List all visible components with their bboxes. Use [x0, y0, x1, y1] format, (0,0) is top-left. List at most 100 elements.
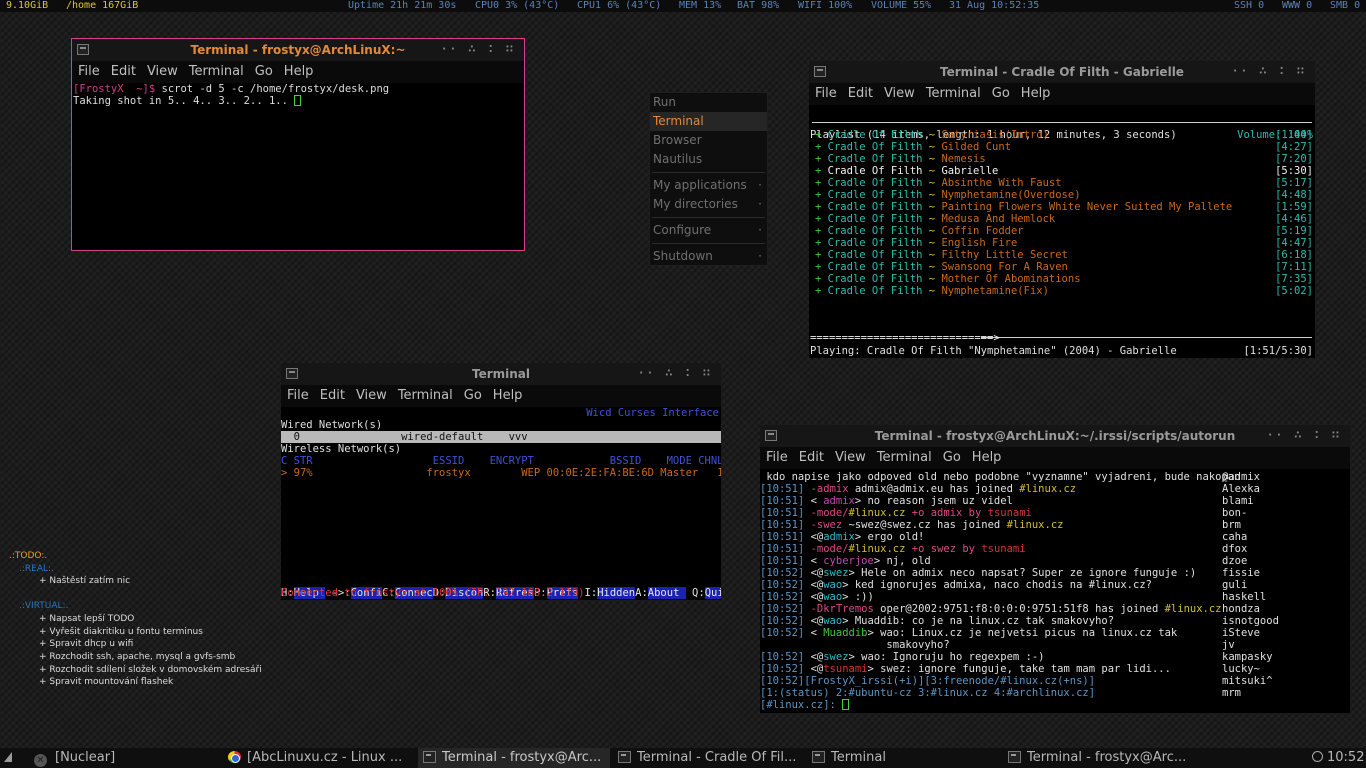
key-hidden[interactable]: Hidden: [597, 587, 636, 599]
playlist-track[interactable]: + Cradle Of Filth ~ Painting Flowers Whi…: [809, 201, 1315, 213]
nick-item[interactable]: mitsuki^: [1222, 675, 1347, 687]
menu-file[interactable]: File: [287, 388, 309, 403]
nick-item[interactable]: @admix: [1222, 471, 1347, 483]
menu-view[interactable]: View: [835, 450, 866, 465]
clock[interactable]: 10:52: [1312, 748, 1366, 768]
nick-item[interactable]: iSteve: [1222, 627, 1347, 639]
nick-item[interactable]: dfox: [1222, 543, 1347, 555]
titlebar[interactable]: Terminal - frostyx@ArchLinuX:~/.irssi/sc…: [760, 425, 1350, 447]
menu-item-my-directories[interactable]: My directories ·: [650, 195, 767, 214]
terminal-window-ncmpcpp[interactable]: Terminal - Cradle Of Filth - Gabrielle ∙…: [809, 61, 1315, 358]
menu-item-nautilus[interactable]: Nautilus: [650, 150, 767, 169]
nick-item[interactable]: haskell: [1222, 591, 1347, 603]
task-terminal-4[interactable]: Terminal - frostyx@Arc...: [1008, 748, 1193, 768]
wicd-interface[interactable]: Wicd Curses Interface Wired Network(s) 0 …: [281, 407, 721, 600]
menu-go[interactable]: Go: [255, 64, 273, 79]
playlist-track[interactable]: + Cradle Of Filth ~ English Fire [4:47]: [809, 237, 1315, 249]
terminal-output[interactable]: [FrostyX ~]$ scrot -d 5 -c /home/frostyx…: [72, 83, 524, 250]
task-browser[interactable]: [AbcLinuxu.cz - Linux ...: [228, 748, 413, 768]
playlist-track[interactable]: + Cradle Of Filth ~ Nymphetamine(Fix) [5:…: [809, 285, 1315, 297]
menu-edit[interactable]: Edit: [799, 450, 824, 465]
window-buttons[interactable]: ∙∙ ∴ ⁚ ∷: [639, 363, 715, 385]
playlist-track[interactable]: + Cradle Of Filth ~ Satyriasis(Intro) [1:…: [809, 129, 1315, 141]
nick-item[interactable]: blami: [1222, 495, 1347, 507]
menu-item-configure[interactable]: Configure ·: [650, 221, 767, 240]
playlist-view[interactable]: Playlist (14 items, length: 1 hour, 12 m…: [809, 105, 1315, 358]
menu-go[interactable]: Go: [943, 450, 961, 465]
task-terminal-3[interactable]: Terminal: [812, 748, 1002, 768]
menu-terminal[interactable]: Terminal: [398, 388, 453, 403]
menu-item-terminal[interactable]: Terminal: [650, 112, 767, 131]
task-terminal-1[interactable]: Terminal - frostyx@Arc...: [418, 748, 610, 768]
playlist-track[interactable]: + Cradle Of Filth ~ Filthy Little Secret…: [809, 249, 1315, 261]
chat-line: [10:52] -DkrTremos oper@2002:9751:f8:0:0…: [760, 603, 1222, 615]
playlist-track[interactable]: + Cradle Of Filth ~ Medusa And Hemlock [4…: [809, 213, 1315, 225]
nick-item[interactable]: guli: [1222, 579, 1347, 591]
menu-edit[interactable]: Edit: [320, 388, 345, 403]
playlist-track[interactable]: + Cradle Of Filth ~ Mother Of Abominatio…: [809, 273, 1315, 285]
terminal-window-wicd[interactable]: Terminal ∙∙ ∴ ⁚ ∷ File Edit View Terminal Go…: [281, 363, 721, 600]
nick-item[interactable]: hondza: [1222, 603, 1347, 615]
window-buttons[interactable]: ∙∙ ∴ ⁚ ∷: [1268, 425, 1344, 447]
menu-help[interactable]: Help: [284, 64, 314, 79]
track-title: Absinthe With Faust: [941, 177, 1062, 189]
chat-line: [10:51] -admix admix@admix.eu has joined…: [760, 483, 1077, 495]
menu-item-browser[interactable]: Browser: [650, 131, 767, 150]
menu-edit[interactable]: Edit: [111, 64, 136, 79]
menu-view[interactable]: View: [884, 86, 915, 101]
playlist-track[interactable]: + Cradle Of Filth ~ Nymphetamine(Overdos…: [809, 189, 1315, 201]
titlebar[interactable]: Terminal - Cradle Of Filth - Gabrielle ∙…: [809, 61, 1315, 83]
menu-item-run[interactable]: Run: [650, 93, 767, 112]
task-terminal-2[interactable]: Terminal - Cradle Of Fil...: [618, 748, 803, 768]
nick-item[interactable]: kampasky: [1222, 651, 1347, 663]
menu-item-shutdown[interactable]: Shutdown ·: [650, 247, 767, 266]
menu-item-my-applications[interactable]: My applications ·: [650, 176, 767, 195]
nick-item[interactable]: dzoe: [1222, 555, 1347, 567]
irc-view[interactable]: kdo napise jako odpoved old nebo podobne…: [760, 469, 1350, 713]
menu-view[interactable]: View: [147, 64, 178, 79]
window-buttons[interactable]: ∙∙ ∴ ⁚ ∷: [1233, 61, 1309, 83]
wireless-network-row[interactable]: > 97% frostyx WEP 00:0E:2E:FA:BE:6D Mast…: [281, 467, 721, 479]
menu-help[interactable]: Help: [972, 450, 1002, 465]
terminal-window-irssi[interactable]: Terminal - frostyx@ArchLinuX:~/.irssi/sc…: [760, 425, 1350, 713]
terminal-window-scrot[interactable]: Terminal - frostyx@ArchLinuX:~ ∙∙ ∴ ⁚ ∷ …: [71, 38, 525, 251]
nick-item[interactable]: isnotgood: [1222, 615, 1347, 627]
menu-view[interactable]: View: [356, 388, 387, 403]
playlist-track[interactable]: + Cradle Of Filth ~ Gilded Cunt [4:27]: [809, 141, 1315, 153]
playlist-track[interactable]: + Cradle Of Filth ~ Gabrielle [5:30]: [809, 165, 1315, 177]
menu-go[interactable]: Go: [464, 388, 482, 403]
nick-item[interactable]: fissie: [1222, 567, 1347, 579]
playlist-track[interactable]: + Cradle Of Filth ~ Coffin Fodder [5:19]: [809, 225, 1315, 237]
menu-help[interactable]: Help: [1021, 86, 1051, 101]
nick-item[interactable]: brm: [1222, 519, 1347, 531]
nick-item[interactable]: caha: [1222, 531, 1347, 543]
playlist-track[interactable]: + Cradle Of Filth ~ Absinthe With Faust […: [809, 177, 1315, 189]
menu-terminal[interactable]: Terminal: [877, 450, 932, 465]
titlebar[interactable]: Terminal ∙∙ ∴ ⁚ ∷: [281, 363, 721, 385]
key-about[interactable]: About: [647, 587, 686, 599]
menu-terminal[interactable]: Terminal: [189, 64, 244, 79]
task-nuclear[interactable]: ✕ [Nuclear]: [34, 748, 214, 768]
playlist-track[interactable]: + Cradle Of Filth ~ Swansong For A Raven…: [809, 261, 1315, 273]
nick-item[interactable]: jv: [1222, 639, 1347, 651]
nick-item[interactable]: mrm: [1222, 687, 1347, 699]
key-quit[interactable]: Quit: [704, 587, 721, 599]
nick-item[interactable]: bon-: [1222, 507, 1347, 519]
wired-network-row[interactable]: 0 wired-default vvv: [281, 431, 721, 443]
playlist-track[interactable]: + Cradle Of Filth ~ Nemesis [7:20]: [809, 153, 1315, 165]
input-line[interactable]: [#linux.cz]:: [760, 699, 1222, 711]
menu-file[interactable]: File: [78, 64, 100, 79]
window-buttons[interactable]: ∙∙ ∴ ⁚ ∷: [442, 39, 518, 61]
menu-edit[interactable]: Edit: [848, 86, 873, 101]
menu-file[interactable]: File: [766, 450, 788, 465]
menu-go[interactable]: Go: [992, 86, 1010, 101]
menu-file[interactable]: File: [815, 86, 837, 101]
text-cursor: [294, 95, 302, 106]
nick-item[interactable]: lucky~: [1222, 663, 1347, 675]
menu-help[interactable]: Help: [493, 388, 523, 403]
menu-terminal[interactable]: Terminal: [926, 86, 981, 101]
nick-item[interactable]: Alexka: [1222, 483, 1347, 495]
show-desktop-button[interactable]: [4, 748, 18, 768]
titlebar[interactable]: Terminal - frostyx@ArchLinuX:~ ∙∙ ∴ ⁚ ∷: [72, 39, 524, 61]
progress-bar[interactable]: =============================>: [810, 332, 1000, 344]
